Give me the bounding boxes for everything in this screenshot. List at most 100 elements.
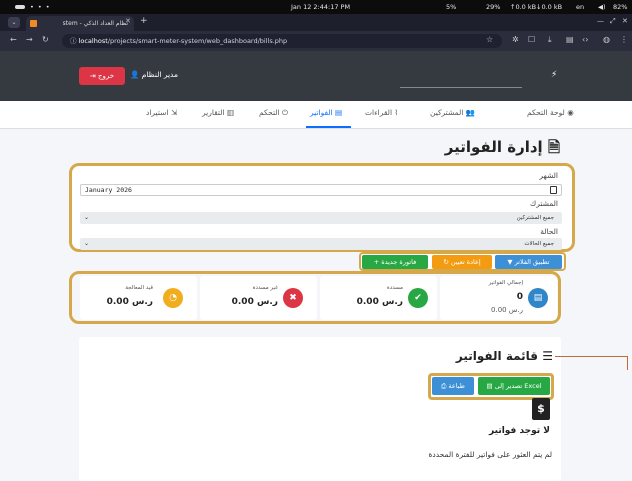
admin-user: 👤 مدير النظام: [130, 70, 178, 79]
file-invoice-icon: 🗎: [547, 138, 560, 156]
profile-icon[interactable]: ◍: [603, 35, 610, 44]
bills-title-text: قائمة الفواتير: [455, 349, 539, 363]
dashboard-icon: ◉: [567, 108, 574, 117]
forward-icon[interactable]: →: [26, 35, 33, 44]
new-bill-label: فاتورة جديدة: [381, 258, 417, 266]
print-button[interactable]: ⎙ طباعة: [432, 377, 474, 395]
file-icon: ▤: [528, 288, 548, 308]
users-icon: 👥: [465, 108, 476, 117]
workspace-dots[interactable]: • • •: [30, 3, 51, 11]
annotation-line: [555, 356, 627, 357]
nav-reports-label: التقارير: [202, 108, 225, 117]
maximize-icon[interactable]: ⤢: [610, 17, 616, 26]
subscriber-value: جميع المشتركين: [516, 215, 554, 221]
os-clock[interactable]: Jan 12 2:44:17 PM: [291, 3, 350, 11]
nav-bills[interactable]: الفواتير ▤: [310, 108, 342, 117]
cpu-indicator: 5%: [446, 3, 457, 11]
browser-tab[interactable]: نظام العداد الذكي - stem: [26, 16, 134, 31]
stat-unpaid-value: 0.00 ر.س: [231, 297, 278, 307]
reset-button[interactable]: ↻ إعادة تعيين: [432, 255, 492, 269]
excel-file-icon: ▤: [486, 382, 495, 390]
stat-card-pending: ◔ قيد المعالجة 0.00 ر.س: [80, 276, 197, 320]
tab-menu-chevron-icon[interactable]: ⌄: [8, 17, 20, 28]
nav-subscribers-label: المشتركين: [430, 108, 464, 117]
clock-icon: ◔: [163, 288, 183, 308]
nav-readings[interactable]: القراءات ⌇: [365, 108, 398, 117]
nav-import[interactable]: استيراد ⇲: [146, 108, 177, 117]
window-close-icon[interactable]: ✕: [622, 17, 628, 25]
calendar-icon[interactable]: [550, 186, 557, 194]
admin-label: مدير النظام: [141, 70, 179, 79]
new-tab-icon[interactable]: +: [140, 16, 148, 26]
nav-active-indicator: [306, 126, 351, 128]
browser-tab-strip: ⌄ نظام العداد الذكي - stem ✕ + — ⤢ ✕: [0, 14, 632, 31]
nav-dashboard[interactable]: لوحة التحكم ◉: [527, 108, 574, 117]
nav-control[interactable]: التحكم ⏻: [259, 108, 288, 118]
stat-total-title: إجمالي الفواتير: [488, 280, 523, 286]
download-icon[interactable]: ⤓: [548, 35, 552, 45]
extension-icon[interactable]: ✲: [512, 35, 519, 44]
battery-indicator: 82%: [613, 3, 628, 11]
status-select[interactable]: ⌄ جميع الحالات: [80, 238, 562, 250]
bolt-logo-icon: ⚡: [551, 70, 558, 80]
stat-paid-title: مسددة: [386, 285, 403, 291]
logout-icon: ⇥: [89, 72, 98, 80]
file-invoice-icon: ▤: [335, 108, 343, 117]
nav-import-label: استيراد: [146, 108, 169, 117]
logout-button[interactable]: ⇥ خروج: [79, 67, 125, 85]
bills-list-title: قائمة الفواتير ☰: [420, 349, 553, 363]
net-down-indicator: ↓0.0 kB: [536, 3, 563, 11]
nav-reports[interactable]: التقارير ▥: [202, 108, 234, 117]
nav-control-label: التحكم: [259, 108, 280, 117]
stat-card-paid: ✔ مسددة 0.00 ر.س: [320, 276, 437, 320]
redo-icon: ↻: [443, 258, 451, 266]
back-icon[interactable]: ←: [10, 35, 17, 44]
chevron-down-icon: ⌄: [84, 240, 90, 247]
new-bill-button[interactable]: + فاتورة جديدة: [362, 255, 428, 269]
minimize-icon[interactable]: —: [597, 17, 604, 25]
reader-icon[interactable]: ☐: [528, 35, 535, 44]
reset-label: إعادة تعيين: [450, 258, 481, 266]
export-excel-button[interactable]: ▤ تصدير إلى Excel: [478, 377, 550, 395]
logout-label: خروج: [98, 72, 115, 80]
annotation-line-vertical: [627, 356, 628, 370]
language-indicator[interactable]: en: [576, 3, 584, 11]
stat-total-amount: 0.00 ر.س: [491, 306, 523, 314]
apply-label: تطبيق الفلاتر: [514, 258, 550, 266]
volume-icon[interactable]: ◀): [598, 3, 606, 11]
filter-icon: ▼: [507, 258, 515, 266]
site-info-icon[interactable]: ⓘ: [70, 37, 79, 45]
memory-indicator: 29%: [486, 3, 501, 11]
url-host: localhost: [78, 37, 108, 45]
subscriber-select[interactable]: ⌄ جميع المشتركين: [80, 212, 562, 224]
import-icon: ⇲: [170, 108, 178, 117]
workspace-indicator[interactable]: [15, 5, 25, 9]
nav-subscribers[interactable]: المشتركين 👥: [430, 108, 475, 117]
subscriber-label: المشترك: [530, 199, 558, 208]
export-excel-label: تصدير إلى Excel: [494, 382, 542, 390]
times-circle-icon: ✖: [283, 288, 303, 308]
tab-close-icon[interactable]: ✕: [125, 17, 131, 25]
nav-readings-label: القراءات: [365, 108, 393, 117]
apply-filters-button[interactable]: ▼ تطبيق الفلاتر: [495, 255, 562, 269]
url-input[interactable]: ⓘ localhost/projects/smart-meter-system/…: [62, 34, 502, 48]
invoice-dollar-icon: $: [532, 398, 550, 420]
power-icon: ⏻: [282, 108, 288, 117]
chart-line-icon: ⌇: [394, 108, 399, 117]
stat-unpaid-title: غير مسددة: [252, 285, 278, 291]
tab-favicon-icon: [30, 20, 37, 27]
devtools-icon[interactable]: ‹›: [582, 35, 588, 44]
nav-bills-label: الفواتير: [310, 108, 333, 117]
reload-icon[interactable]: ↻: [42, 35, 49, 44]
address-bar-row: ← → ↻ ⓘ localhost/projects/smart-meter-s…: [0, 31, 632, 51]
empty-state-text: لم يتم العثور على فواتير للفترة المحددة: [428, 450, 552, 459]
list-icon: ☰: [542, 349, 553, 363]
check-circle-icon: ✔: [408, 288, 428, 308]
sidebar-icon[interactable]: ▤: [566, 35, 574, 44]
filters-panel: الشهر January 2026 المشترك ⌄ جميع المشترك…: [69, 163, 575, 252]
browser-menu-icon[interactable]: ⋮: [620, 35, 628, 44]
header-divider: [400, 87, 522, 88]
stat-total-value: 0: [516, 292, 523, 302]
month-input[interactable]: January 2026: [80, 184, 562, 196]
bookmark-star-icon[interactable]: ☆: [486, 35, 493, 44]
